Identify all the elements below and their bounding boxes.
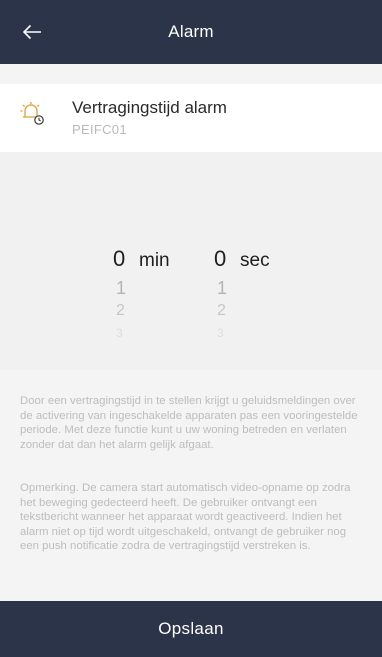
info-paragraph-note: Opmerking. De camera start automatisch v…: [20, 482, 351, 553]
minutes-value: 0: [113, 246, 126, 271]
minutes-option[interactable]: 1: [113, 278, 203, 302]
setting-title: Vertragingstijd alarm: [72, 98, 227, 117]
seconds-selected-row: 0 sec: [214, 246, 304, 278]
seconds-value: 0: [214, 246, 227, 271]
page-title: Alarm: [168, 22, 214, 41]
delay-setting-card: Vertragingstijd alarm PEIFC01: [0, 84, 382, 152]
minutes-option[interactable]: 2: [113, 302, 203, 326]
save-button[interactable]: Opslaan: [0, 601, 382, 657]
device-id: PEIFC01: [72, 122, 127, 137]
seconds-unit: sec: [240, 250, 270, 271]
delay-time-picker: 0 min 1 2 3 0 sec 1 2 3: [0, 152, 382, 370]
picker-fade: [0, 340, 382, 370]
minutes-selected-row: 0 min: [113, 246, 203, 278]
minutes-wheel[interactable]: 0 min 1 2 3: [113, 246, 203, 340]
seconds-option[interactable]: 2: [214, 302, 304, 326]
minutes-unit: min: [139, 250, 170, 271]
minutes-option[interactable]: 3: [113, 326, 203, 340]
alarm-bell-clock-icon: [20, 102, 44, 125]
info-paragraph-delay: Door een vertragingstijd in te stellen k…: [20, 395, 358, 451]
top-bar: Alarm: [0, 0, 382, 64]
seconds-option[interactable]: 3: [214, 326, 304, 340]
seconds-wheel[interactable]: 0 sec 1 2 3: [214, 246, 304, 340]
seconds-option[interactable]: 1: [214, 278, 304, 302]
